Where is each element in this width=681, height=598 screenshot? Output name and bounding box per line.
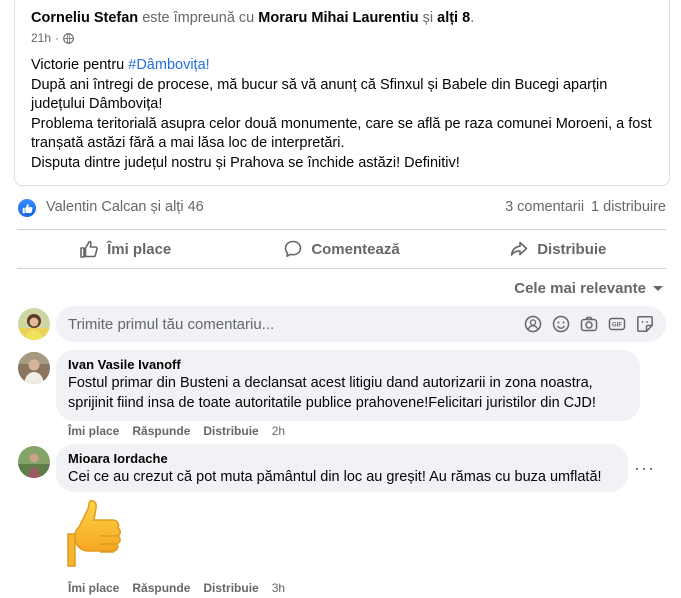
comment-text: Fostul primar din Busteni a declansat ac… [68,375,596,411]
comment-icon [285,240,302,257]
post-line-1: Victorie pentru #Dâmbovița! [31,57,210,73]
post-line-2: După ani întregi de procese, mă bucur să… [31,76,608,113]
shared-post-text: Victorie pentru #Dâmbovița! După ani înt… [31,56,661,173]
like-button-label: Îmi place [107,240,172,258]
comment-button[interactable]: Comentează [233,230,449,268]
comment-like-link[interactable]: Îmi place [68,581,119,595]
emoji-icon[interactable] [552,315,570,333]
comment-more-options-button[interactable]: ··· [634,458,655,479]
sticker-icon[interactable] [636,315,654,333]
comment-button-label: Comentează [311,240,400,258]
comment-composer: GIF [56,306,666,342]
comment-time[interactable]: 3h [272,581,285,595]
comment-actions: Îmi place Răspunde Distribuie 3h [68,581,285,595]
commenter-avatar[interactable] [18,446,50,478]
like-reaction-icon[interactable] [18,199,36,217]
reactors-link[interactable]: Valentin Calcan și alți 46 [46,199,204,215]
like-button[interactable]: Îmi place [17,230,233,268]
comment-share-link[interactable]: Distribuie [203,424,258,438]
comment-author[interactable]: Mioara Iordache [68,451,616,467]
and-text: și [422,10,434,26]
comment-bubble: Ivan Vasile Ivanoff Fostul primar din Bu… [56,350,640,421]
avatar-sticker-icon[interactable] [524,315,542,333]
share-button[interactable]: Distribuie [450,230,666,268]
shared-post-meta: 21h · [31,31,74,45]
sort-label: Cele mai relevante [514,280,646,297]
reactions-stats-row: Valentin Calcan și alți 46 3 comentarii … [18,198,668,218]
shared-post-header: Corneliu Stefan este împreună cu Moraru … [31,10,475,26]
comment-text: Cei ce au crezut că pot muta pământul di… [68,469,602,485]
thumbs-up-icon [80,240,98,258]
comment-share-link[interactable]: Distribuie [203,581,258,595]
comment-reply-link[interactable]: Răspunde [132,581,190,595]
comments-count-link[interactable]: 3 comentarii [505,199,584,215]
comment-reply-link[interactable]: Răspunde [132,424,190,438]
current-user-avatar[interactable] [18,308,50,340]
tagged-person[interactable]: Moraru Mihai Laurentiu [258,10,418,26]
with-text: este împreună cu [142,10,255,26]
hashtag-link[interactable]: #Dâmbovița! [128,57,209,73]
shared-post-author[interactable]: Corneliu Stefan [31,10,138,26]
thumbs-up-emoji-icon [67,500,121,567]
post-line-3: Problema teritorială asupra celor două m… [31,115,652,152]
shares-count-link[interactable]: 1 distribuire [591,199,666,215]
comment-author[interactable]: Ivan Vasile Ivanoff [68,357,628,373]
comment-time[interactable]: 2h [272,424,285,438]
camera-icon[interactable] [580,315,598,333]
share-icon [510,241,528,256]
divider-bottom [17,268,666,269]
caret-down-icon [653,285,663,291]
comment-actions: Îmi place Răspunde Distribuie 2h [68,424,285,438]
comment-sort-dropdown[interactable]: Cele mai relevante [514,280,664,297]
post-time[interactable]: 21h [31,31,51,45]
comment-bubble: Mioara Iordache Cei ce au crezut că pot … [56,444,628,492]
post-action-bar: Îmi place Comentează Distribuie [17,230,666,268]
meta-separator: · [55,31,60,45]
comment-like-link[interactable]: Îmi place [68,424,119,438]
commenter-avatar[interactable] [18,352,50,384]
gif-icon[interactable]: GIF [608,315,626,333]
comment-input[interactable] [68,306,508,342]
globe-icon [63,32,74,44]
tagged-others-link[interactable]: alți 8 [437,10,470,26]
post-line-4: Disputa dintre județul nostru și Prahova… [31,154,460,171]
share-button-label: Distribuie [537,240,607,258]
svg-text:GIF: GIF [612,323,622,329]
